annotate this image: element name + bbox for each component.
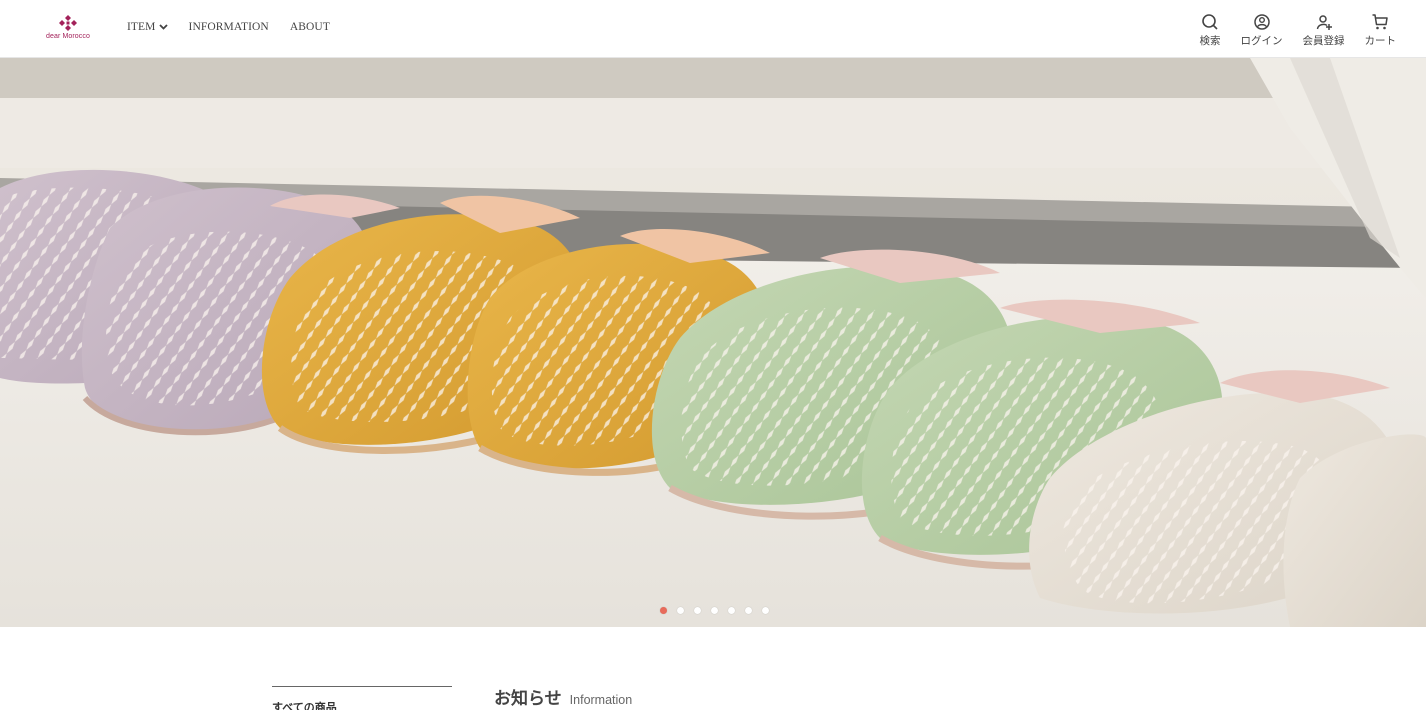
search-button[interactable]: 検索 (1200, 12, 1221, 48)
nav-item-item[interactable]: ITEM (127, 21, 168, 33)
site-logo[interactable]: dear Morocco (44, 14, 92, 44)
search-label: 検索 (1199, 35, 1221, 47)
cart-label: カート (1364, 35, 1397, 47)
news-subtitle: Information (569, 693, 633, 707)
register-button[interactable]: 会員登録 (1303, 12, 1345, 48)
header-actions: 検索 ログイン 会員登録 カート (1180, 12, 1397, 48)
main-nav: ITEM INFORMATION ABOUT (127, 21, 351, 33)
slider-pagination (660, 607, 779, 614)
logo-mark-icon (59, 15, 77, 31)
search-icon (1202, 14, 1218, 30)
user-circle-icon (1253, 14, 1270, 30)
slider-dot[interactable] (711, 607, 718, 614)
category-sidebar: すべての商品 (272, 686, 452, 710)
hero-image (0, 58, 1426, 627)
site-header: dear Morocco ITEM INFORMATION ABOUT 検索 ロ… (0, 0, 1426, 58)
slider-dot[interactable] (677, 607, 684, 614)
news-section-heading: お知らせ Information (494, 684, 632, 709)
nav-item-about[interactable]: ABOUT (290, 21, 330, 33)
slider-dot[interactable] (762, 607, 769, 614)
chevron-down-icon (158, 21, 168, 33)
slider-dot[interactable] (745, 607, 752, 614)
slider-dot[interactable] (728, 607, 735, 614)
sidebar-item-all-products[interactable]: すべての商品 (272, 699, 452, 710)
register-label: 会員登録 (1302, 35, 1345, 47)
logo-text: dear Morocco (46, 33, 90, 40)
hero-slider[interactable] (0, 58, 1426, 627)
nav-item-label: ITEM (127, 21, 156, 33)
cart-button[interactable]: カート (1364, 12, 1397, 48)
nav-item-information[interactable]: INFORMATION (189, 21, 269, 33)
slider-dot[interactable] (694, 607, 701, 614)
login-button[interactable]: ログイン (1241, 12, 1283, 48)
news-title: お知らせ (494, 689, 562, 709)
slider-dot[interactable] (660, 607, 667, 614)
login-label: ログイン (1240, 35, 1283, 47)
user-add-icon (1316, 15, 1332, 30)
cart-icon (1372, 14, 1388, 30)
